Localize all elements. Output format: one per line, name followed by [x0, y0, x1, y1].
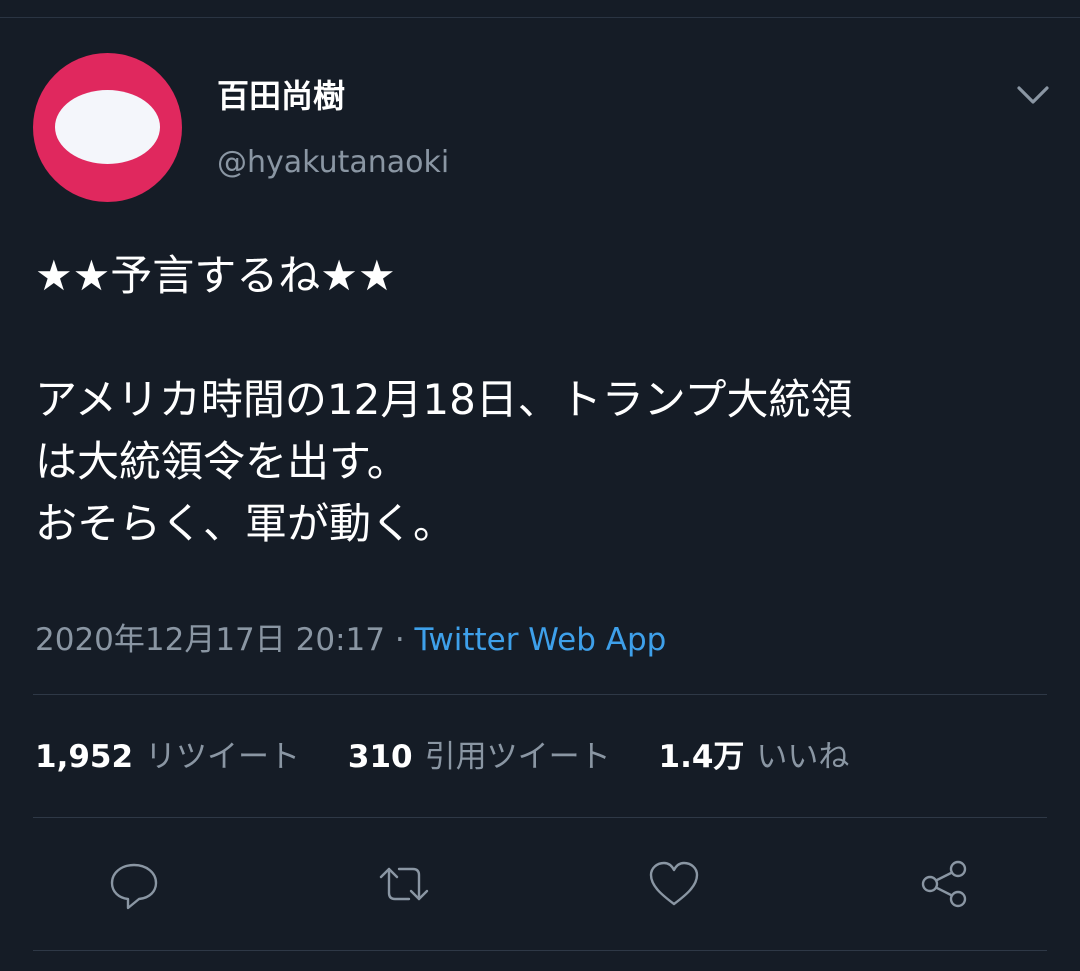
likes-count: 1.4万: [658, 739, 745, 775]
avatar[interactable]: [33, 53, 182, 202]
tweet-line: アメリカ時間の12月18日、トランプ大統領: [35, 375, 853, 424]
engagement-stats: 1,952 リツイート 310 引用ツイート 1.4万 いいね: [35, 736, 887, 778]
divider: [33, 950, 1047, 951]
author-handle[interactable]: @hyakutanaoki: [217, 144, 449, 182]
retweet-button[interactable]: [376, 856, 432, 912]
share-icon: [921, 860, 967, 908]
heart-icon: [649, 861, 699, 906]
tweet-timestamp[interactable]: 2020年12月17日 20:17: [35, 622, 385, 658]
quotes-stat[interactable]: 310 引用ツイート: [348, 736, 611, 778]
retweets-count: 1,952: [35, 739, 134, 775]
tweet-metadata: 2020年12月17日 20:17 · Twitter Web App: [35, 620, 666, 660]
retweets-stat[interactable]: 1,952 リツイート: [35, 736, 300, 778]
retweet-icon: [379, 867, 429, 901]
metadata-separator: ·: [384, 622, 415, 658]
reply-icon: [110, 863, 158, 910]
reply-button[interactable]: [106, 856, 162, 912]
tweet-line: おそらく、軍が動く。: [35, 499, 456, 548]
quotes-label: 引用ツイート: [424, 739, 611, 775]
like-button[interactable]: [646, 856, 702, 912]
chevron-down-icon: [1017, 86, 1049, 104]
avatar-inner-shape: [55, 90, 160, 164]
top-divider: [0, 17, 1080, 18]
author-display-name[interactable]: 百田尚樹: [217, 76, 345, 116]
quotes-count: 310: [347, 739, 413, 775]
more-options-button[interactable]: [1013, 80, 1053, 110]
divider: [33, 694, 1047, 695]
tweet-source-link[interactable]: Twitter Web App: [415, 622, 667, 658]
share-button[interactable]: [916, 856, 972, 912]
tweet-line: は大統領令を出す。: [35, 437, 409, 486]
divider: [33, 817, 1047, 818]
likes-label: いいね: [756, 739, 850, 775]
tweet-line: ★★予言するね★★: [35, 251, 396, 300]
tweet-text: ★★予言するね★★ アメリカ時間の12月18日、トランプ大統領 は大統領令を出す…: [35, 245, 1045, 555]
retweets-label: リツイート: [145, 739, 301, 775]
likes-stat[interactable]: 1.4万 いいね: [659, 736, 850, 778]
